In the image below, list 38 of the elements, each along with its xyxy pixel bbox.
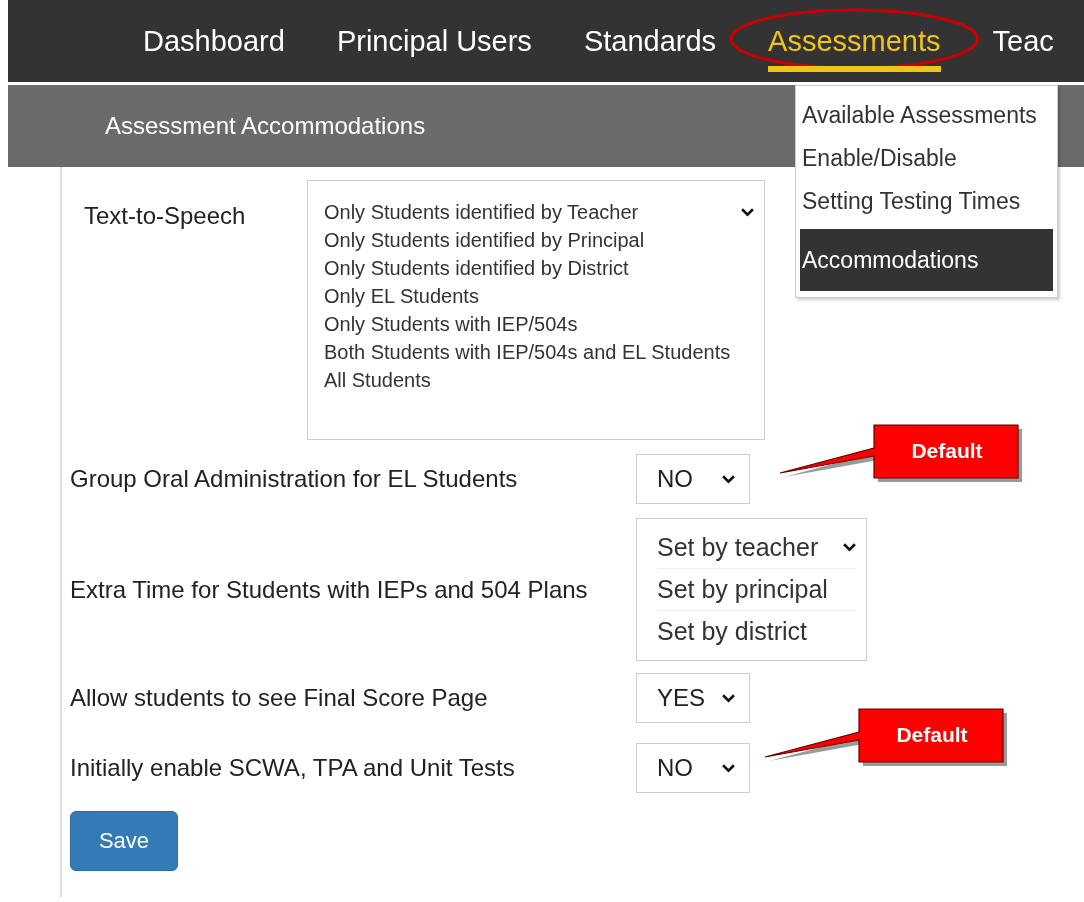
- setting-label: Text-to-Speech: [83, 201, 247, 230]
- menu-item[interactable]: Available Assessments: [800, 94, 1053, 137]
- dropdown-select[interactable]: NO: [636, 743, 750, 793]
- list-option[interactable]: Set by district: [657, 617, 808, 646]
- list-option[interactable]: Both Students with IEP/504s and EL Students: [324, 341, 731, 364]
- list-option[interactable]: Set by principal: [657, 575, 828, 604]
- default-callout: Default: [778, 424, 1023, 484]
- chevron-down-icon: [843, 543, 856, 552]
- list-option[interactable]: Only Students identified by Principal: [324, 229, 645, 252]
- default-callout: Default: [763, 708, 1008, 768]
- list-option[interactable]: Only EL Students: [324, 285, 479, 308]
- option-list[interactable]: [307, 180, 765, 440]
- list-option[interactable]: Set by teacher: [657, 533, 819, 562]
- nav-tab[interactable]: Teac: [992, 16, 1054, 72]
- list-option[interactable]: Only Students identified by District: [324, 257, 629, 280]
- option-list[interactable]: Set by teacher Set by principal Set by district: [636, 518, 867, 661]
- page-title: Assessment Accommodations: [105, 112, 426, 140]
- chevron-down-icon: [722, 474, 735, 484]
- setting-label: Group Oral Administration for EL Students: [70, 465, 519, 493]
- menu-item[interactable]: Enable/Disable: [800, 137, 1053, 180]
- list-option[interactable]: All Students: [324, 369, 431, 392]
- chevron-down-icon: [722, 693, 735, 703]
- save-button[interactable]: Save: [70, 811, 178, 871]
- list-option[interactable]: Only Students identified by Teacher: [324, 201, 639, 224]
- menu-item[interactable]: Setting Testing Times: [800, 180, 1053, 223]
- nav-tab[interactable]: Dashboard: [143, 16, 285, 72]
- dropdown-select[interactable]: NO: [636, 454, 750, 504]
- nav-tab[interactable]: Assessments: [768, 16, 941, 72]
- setting-label: Initially enable SCWA, TPA and Unit Tests: [70, 754, 516, 782]
- nav-tab[interactable]: Standards: [583, 16, 717, 72]
- menu-item[interactable]: Accommodations: [800, 229, 1053, 291]
- chevron-down-icon: [741, 208, 754, 217]
- list-option[interactable]: Only Students with IEP/504s: [324, 313, 578, 336]
- setting-label: Allow students to see Final Score Page: [70, 684, 489, 712]
- chevron-down-icon: [722, 763, 735, 773]
- nav-tab[interactable]: Principal Users: [336, 16, 532, 72]
- setting-label: Extra Time for Students with IEPs and 504 Plans: [70, 575, 589, 604]
- dropdown-select[interactable]: YES: [636, 673, 750, 723]
